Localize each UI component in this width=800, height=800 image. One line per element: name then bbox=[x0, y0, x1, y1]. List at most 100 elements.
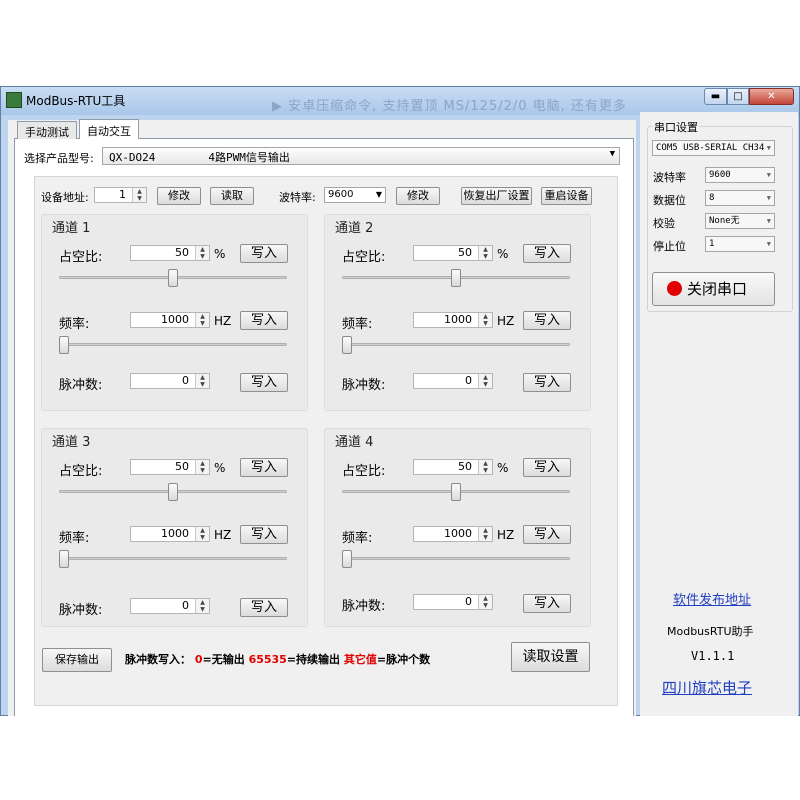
spinner-icon[interactable]: ▲ ▼ bbox=[478, 246, 492, 260]
product-label: 选择产品型号: bbox=[24, 152, 94, 165]
serial-parity-select[interactable]: None无 ▼ bbox=[705, 213, 775, 229]
pulse-count-label: 脉冲数: bbox=[342, 378, 386, 393]
save-output-button[interactable]: 保存输出 bbox=[42, 648, 112, 672]
duty-unit: % bbox=[497, 247, 509, 261]
spinner-icon[interactable]: ▲ ▼ bbox=[132, 188, 146, 202]
pulse-count-input[interactable]: 0 ▲ ▼ bbox=[130, 598, 210, 614]
read-address-button[interactable]: 读取 bbox=[210, 187, 254, 205]
spinner-icon[interactable]: ▲ ▼ bbox=[478, 460, 492, 474]
write-frequency-button[interactable]: 写入 bbox=[523, 525, 571, 544]
frequency-unit: HZ bbox=[214, 528, 232, 542]
write-pulse-button[interactable]: 写入 bbox=[240, 373, 288, 392]
duty-input[interactable]: 50 ▲ ▼ bbox=[130, 245, 210, 261]
duty-slider-thumb[interactable] bbox=[168, 269, 178, 287]
spinner-icon[interactable]: ▲ ▼ bbox=[478, 527, 492, 541]
serial-baud-select[interactable]: 9600 ▼ bbox=[705, 167, 775, 183]
minimize-button[interactable]: ▬ bbox=[704, 88, 727, 105]
legend-max-text: =持续输出 bbox=[286, 653, 341, 666]
pulse-count-value: 0 bbox=[182, 599, 189, 612]
duty-value: 50 bbox=[458, 460, 472, 473]
duty-slider-thumb[interactable] bbox=[168, 483, 178, 501]
chevron-down-icon: ▼ bbox=[766, 141, 771, 155]
maximize-button[interactable]: □ bbox=[727, 88, 749, 105]
pulse-count-input[interactable]: 0 ▲ ▼ bbox=[413, 373, 493, 389]
duty-input[interactable]: 50 ▲ ▼ bbox=[413, 245, 493, 261]
pulse-count-input[interactable]: 0 ▲ ▼ bbox=[413, 594, 493, 610]
legend-other-text: =脉冲个数 bbox=[376, 653, 431, 666]
frequency-slider-thumb[interactable] bbox=[342, 336, 352, 354]
pulse-count-value: 0 bbox=[182, 374, 189, 387]
serial-parity-value: None无 bbox=[709, 216, 740, 226]
spinner-icon[interactable]: ▲ ▼ bbox=[478, 374, 492, 388]
duty-input[interactable]: 50 ▲ ▼ bbox=[413, 459, 493, 475]
serial-baud-label: 波特率 bbox=[653, 171, 686, 184]
frequency-slider-track[interactable] bbox=[342, 557, 570, 560]
write-pulse-button[interactable]: 写入 bbox=[523, 373, 571, 392]
write-frequency-button[interactable]: 写入 bbox=[523, 311, 571, 330]
frequency-input[interactable]: 1000 ▲ ▼ bbox=[413, 526, 493, 542]
frequency-slider-track[interactable] bbox=[59, 557, 287, 560]
title-ghost-text: ▶ 安卓压缩命令, 支持置顶 MS/125/2/0 电脑, 还有更多 bbox=[272, 99, 627, 114]
spinner-icon[interactable]: ▲ ▼ bbox=[478, 595, 492, 609]
duty-value: 50 bbox=[458, 246, 472, 259]
close-port-label: 关闭串口 bbox=[687, 280, 748, 298]
duty-slider-thumb[interactable] bbox=[451, 483, 461, 501]
product-select-value: QX-DO24 4路PWM信号输出 bbox=[109, 151, 290, 164]
spinner-icon[interactable]: ▲ ▼ bbox=[195, 599, 209, 613]
frequency-input[interactable]: 1000 ▲ ▼ bbox=[130, 526, 210, 542]
modify-baud-button[interactable]: 修改 bbox=[396, 187, 440, 205]
modify-address-button[interactable]: 修改 bbox=[157, 187, 201, 205]
spinner-icon[interactable]: ▲ ▼ bbox=[478, 313, 492, 327]
pulse-count-label: 脉冲数: bbox=[342, 599, 386, 614]
write-duty-button[interactable]: 写入 bbox=[523, 244, 571, 263]
frequency-label: 频率: bbox=[59, 317, 90, 332]
factory-reset-button[interactable]: 恢复出厂设置 bbox=[461, 187, 532, 205]
write-frequency-button[interactable]: 写入 bbox=[240, 525, 288, 544]
frequency-slider-track[interactable] bbox=[59, 343, 287, 346]
spinner-icon[interactable]: ▲ ▼ bbox=[195, 527, 209, 541]
frequency-input[interactable]: 1000 ▲ ▼ bbox=[130, 312, 210, 328]
write-duty-button[interactable]: 写入 bbox=[240, 244, 288, 263]
serial-databits-select[interactable]: 8 ▼ bbox=[705, 190, 775, 206]
spinner-icon[interactable]: ▲ ▼ bbox=[195, 460, 209, 474]
restart-device-button[interactable]: 重启设备 bbox=[541, 187, 592, 205]
duty-value: 50 bbox=[175, 460, 189, 473]
close-window-button[interactable]: ✕ bbox=[749, 88, 794, 105]
spinner-icon[interactable]: ▲ ▼ bbox=[195, 374, 209, 388]
frequency-input[interactable]: 1000 ▲ ▼ bbox=[413, 312, 493, 328]
read-settings-button[interactable]: 读取设置 bbox=[511, 642, 590, 672]
chevron-down-icon: ▼ bbox=[609, 149, 615, 159]
chevron-down-icon: ▼ bbox=[766, 217, 771, 225]
product-select[interactable]: QX-DO24 4路PWM信号输出 ▼ bbox=[102, 147, 620, 165]
spinner-icon[interactable]: ▲ ▼ bbox=[195, 313, 209, 327]
spinner-icon[interactable]: ▲ ▼ bbox=[195, 246, 209, 260]
frequency-slider-thumb[interactable] bbox=[59, 336, 69, 354]
duty-unit: % bbox=[214, 461, 226, 475]
serial-baud-value: 9600 bbox=[709, 170, 731, 180]
write-pulse-button[interactable]: 写入 bbox=[240, 598, 288, 617]
pulse-count-input[interactable]: 0 ▲ ▼ bbox=[130, 373, 210, 389]
device-baud-select[interactable]: 9600 ▼ bbox=[324, 187, 386, 203]
duty-input[interactable]: 50 ▲ ▼ bbox=[130, 459, 210, 475]
write-duty-button[interactable]: 写入 bbox=[523, 458, 571, 477]
pulse-legend: 脉冲数写入： 0=无输出 65535=持续输出 其它值=脉冲个数 bbox=[125, 651, 430, 667]
duty-label: 占空比: bbox=[342, 464, 386, 479]
status-dot-icon bbox=[667, 281, 682, 296]
write-pulse-button[interactable]: 写入 bbox=[523, 594, 571, 613]
write-frequency-button[interactable]: 写入 bbox=[240, 311, 288, 330]
duty-slider-thumb[interactable] bbox=[451, 269, 461, 287]
frequency-slider-thumb[interactable] bbox=[59, 550, 69, 568]
company-link[interactable]: 四川旗芯电子 bbox=[662, 677, 752, 698]
tab-auto-interact[interactable]: 自动交互 bbox=[79, 119, 139, 139]
release-address-link[interactable]: 软件发布地址 bbox=[673, 589, 751, 608]
frequency-slider-thumb[interactable] bbox=[342, 550, 352, 568]
legend-max: 65535 bbox=[248, 653, 287, 666]
serial-stopbits-select[interactable]: 1 ▼ bbox=[705, 236, 775, 252]
frequency-slider-track[interactable] bbox=[342, 343, 570, 346]
write-duty-button[interactable]: 写入 bbox=[240, 458, 288, 477]
tab-manual-test[interactable]: 手动测试 bbox=[17, 121, 77, 139]
serial-port-select[interactable]: COM5 USB-SERIAL CH34 ▼ bbox=[652, 140, 775, 156]
pulse-count-label: 脉冲数: bbox=[59, 603, 103, 618]
device-address-input[interactable]: 1 ▲ ▼ bbox=[94, 187, 147, 203]
channel-title: 通道 4 bbox=[335, 435, 374, 450]
